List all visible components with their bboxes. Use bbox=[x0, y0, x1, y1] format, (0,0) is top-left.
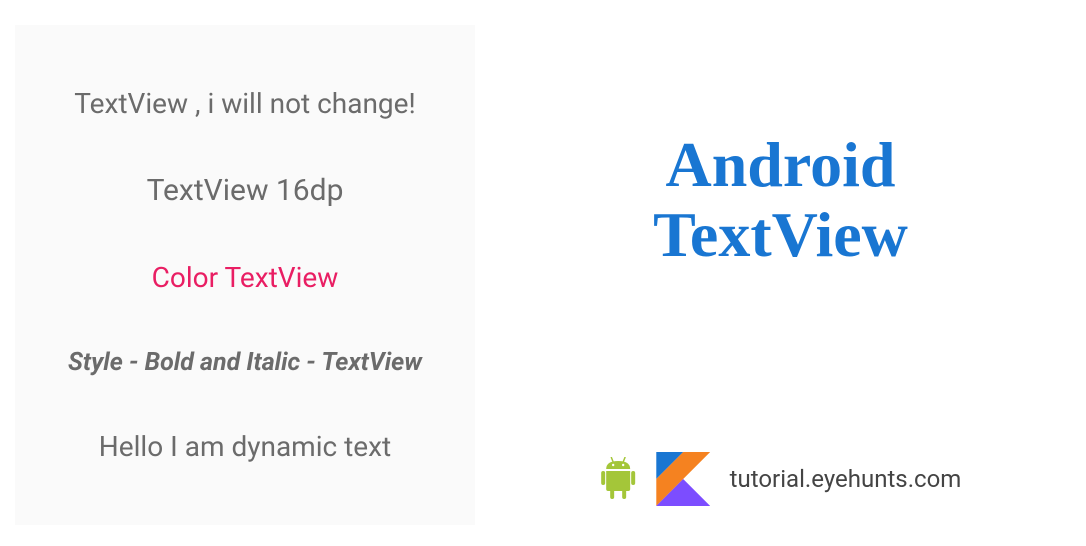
footer-row: tutorial.eyehunts.com bbox=[600, 452, 962, 506]
title-line-1: Android bbox=[653, 130, 908, 200]
website-url: tutorial.eyehunts.com bbox=[730, 465, 962, 493]
textview-static-label: TextView , i will not change! bbox=[74, 87, 415, 120]
textview-dynamic-label: Hello I am dynamic text bbox=[99, 430, 391, 463]
textview-size-label: TextView 16dp bbox=[147, 173, 344, 208]
title-panel: Android TextView bbox=[475, 0, 1086, 546]
textview-examples-panel: TextView , i will not change! TextView 1… bbox=[15, 25, 475, 525]
kotlin-icon bbox=[656, 452, 710, 506]
android-icon bbox=[600, 457, 636, 501]
title-line-2: TextView bbox=[653, 200, 908, 270]
textview-styled-label: Style - Bold and Italic - TextView bbox=[68, 348, 422, 377]
main-title: Android TextView bbox=[653, 130, 908, 271]
textview-color-label: Color TextView bbox=[152, 261, 339, 294]
